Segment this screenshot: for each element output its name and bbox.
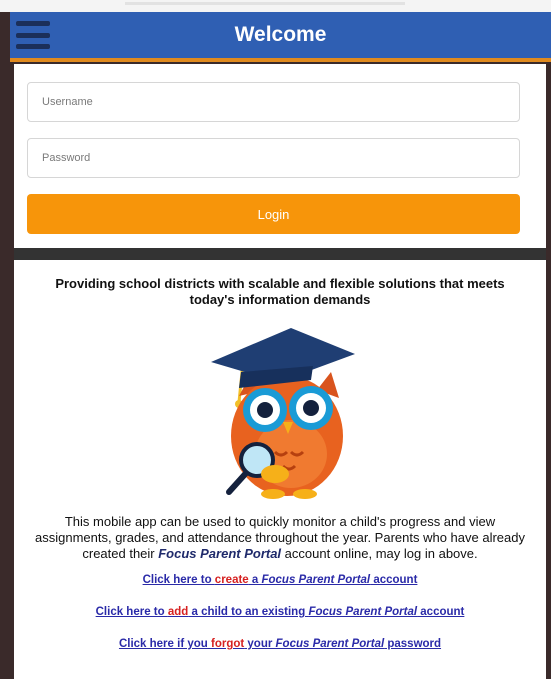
owl-mascot-icon [211,328,355,499]
password-input[interactable] [27,138,520,178]
app-description: This mobile app can be used to quickly m… [30,514,530,562]
section-divider [14,248,546,260]
add-child-link[interactable]: Click here to add a child to an existing… [14,606,546,618]
status-strip [0,0,551,12]
login-button[interactable]: Login [27,194,520,234]
app-header: Welcome [10,12,551,62]
login-panel: Login [14,64,546,248]
info-section: Providing school districts with scalable… [14,260,546,679]
status-strip-line [125,2,405,5]
username-input[interactable] [27,82,520,122]
create-account-link[interactable]: Click here to create a Focus Parent Port… [14,574,546,586]
description-text-end: account online, may log in above. [281,546,478,561]
page-title: Welcome [234,23,327,46]
tagline: Providing school districts with scalable… [55,276,505,307]
forgot-password-link[interactable]: Click here if you forgot your Focus Pare… [14,638,546,650]
description-product: Focus Parent Portal [158,546,282,561]
